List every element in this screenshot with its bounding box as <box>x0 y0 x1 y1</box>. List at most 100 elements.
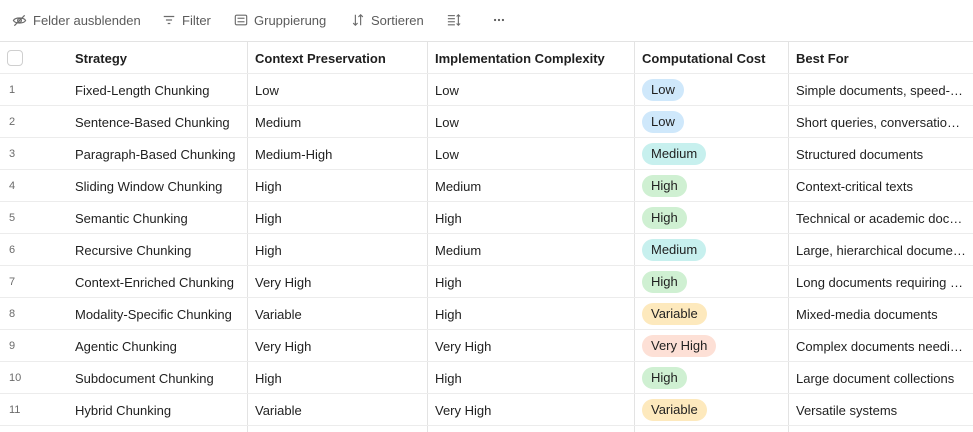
table-row[interactable]: 3 Paragraph-Based Chunking Medium-High Low M… <box>0 138 973 170</box>
cell-context-preservation[interactable]: High <box>248 202 428 234</box>
cell-context-preservation[interactable]: High <box>248 362 428 394</box>
cell-context-preservation[interactable]: Medium-High <box>248 138 428 170</box>
table-row[interactable]: 7 Context-Enriched Chunking Very High High H… <box>0 266 973 298</box>
group-icon <box>234 13 248 27</box>
cost-badge: Medium <box>642 239 707 261</box>
cell-best-for[interactable]: Complex documents needing reasoning <box>789 330 973 362</box>
row-height-icon <box>446 13 462 27</box>
cell-implementation-complexity[interactable]: High <box>428 362 635 394</box>
hide-fields-button[interactable]: Felder ausblenden <box>12 9 141 31</box>
select-all-cell[interactable] <box>0 42 68 74</box>
table-row[interactable]: 10 Subdocument Chunking High High High Large … <box>0 362 973 394</box>
table-row[interactable]: 6 Recursive Chunking High Medium Medium Large… <box>0 234 973 266</box>
group-button[interactable]: Gruppierung <box>234 9 326 31</box>
cell-implementation-complexity[interactable]: Low <box>428 74 635 106</box>
table-row[interactable]: 2 Sentence-Based Chunking Medium Low Low Shor… <box>0 106 973 138</box>
cell-strategy[interactable]: Sentence-Based Chunking <box>68 106 248 138</box>
eye-slash-icon <box>12 13 27 28</box>
filter-button[interactable]: Filter <box>162 9 211 31</box>
column-header-implementation-complexity[interactable]: Implementation Complexity <box>428 42 635 74</box>
cost-badge: High <box>642 175 687 197</box>
cell-strategy[interactable]: Context-Enriched Chunking <box>68 266 248 298</box>
filter-label: Filter <box>182 12 211 28</box>
cell-best-for[interactable]: Context-critical texts <box>789 170 973 202</box>
row-number: 3 <box>9 148 16 160</box>
cost-badge: High <box>642 271 687 293</box>
row-number: 4 <box>9 180 16 192</box>
more-options-button[interactable] <box>491 9 507 31</box>
cell-context-preservation[interactable]: High <box>248 234 428 266</box>
cell-strategy[interactable]: Sliding Window Chunking <box>68 170 248 202</box>
cell-strategy[interactable]: Modality-Specific Chunking <box>68 298 248 330</box>
cell-context-preservation[interactable]: Medium <box>248 106 428 138</box>
cell-implementation-complexity[interactable]: High <box>428 266 635 298</box>
table-row[interactable]: 4 Sliding Window Chunking High Medium High Co… <box>0 170 973 202</box>
cell-implementation-complexity[interactable]: Low <box>428 138 635 170</box>
column-header-best-for[interactable]: Best For <box>789 42 973 74</box>
more-icon <box>491 13 507 27</box>
cell-best-for[interactable]: Mixed-media documents <box>789 298 973 330</box>
cell-implementation-complexity[interactable]: Medium <box>428 234 635 266</box>
cell-context-preservation[interactable]: Variable <box>248 394 428 426</box>
cell-implementation-complexity[interactable]: High <box>428 298 635 330</box>
column-header-strategy[interactable]: Strategy <box>68 42 248 74</box>
cell-implementation-complexity[interactable]: Very High <box>428 394 635 426</box>
sort-button[interactable]: Sortieren <box>351 9 424 31</box>
cell-implementation-complexity[interactable]: Very High <box>428 330 635 362</box>
header-row: Strategy Context Preservation Implementa… <box>0 42 973 74</box>
cost-badge: High <box>642 207 687 229</box>
column-header-computational-cost[interactable]: Computational Cost <box>635 42 789 74</box>
cell-computational-cost[interactable]: Variable <box>635 394 789 426</box>
cell-strategy[interactable]: Recursive Chunking <box>68 234 248 266</box>
cell-strategy[interactable]: Hybrid Chunking <box>68 394 248 426</box>
cell-computational-cost[interactable]: High <box>635 362 789 394</box>
cost-badge: Very High <box>642 335 717 357</box>
row-number: 6 <box>9 244 16 256</box>
cell-computational-cost[interactable]: Variable <box>635 298 789 330</box>
cell-best-for[interactable]: Large document collections <box>789 362 973 394</box>
cell-best-for[interactable]: Structured documents <box>789 138 973 170</box>
cell-strategy[interactable]: Agentic Chunking <box>68 330 248 362</box>
cell-strategy[interactable]: Subdocument Chunking <box>68 362 248 394</box>
cell-best-for[interactable]: Large, hierarchical documents <box>789 234 973 266</box>
cell-computational-cost[interactable]: High <box>635 170 789 202</box>
cell-implementation-complexity[interactable]: Medium <box>428 170 635 202</box>
cost-badge: High <box>642 367 687 389</box>
cell-strategy[interactable]: Semantic Chunking <box>68 202 248 234</box>
table-row[interactable]: 9 Agentic Chunking Very High Very High Very … <box>0 330 973 362</box>
cell-computational-cost[interactable]: Very High <box>635 330 789 362</box>
cell-context-preservation[interactable]: Low <box>248 74 428 106</box>
row-number: 5 <box>9 212 16 224</box>
select-all-checkbox[interactable] <box>7 50 23 66</box>
cell-context-preservation[interactable]: Very High <box>248 266 428 298</box>
group-label: Gruppierung <box>254 12 327 28</box>
table-row[interactable]: 11 Hybrid Chunking Variable Very High Variab… <box>0 394 973 426</box>
cell-best-for[interactable]: Simple documents, speed-critical apps <box>789 74 973 106</box>
cost-badge: Medium <box>642 143 707 165</box>
table-row[interactable]: 5 Semantic Chunking High High High Technical … <box>0 202 973 234</box>
cell-computational-cost[interactable]: Low <box>635 74 789 106</box>
row-number: 8 <box>9 308 16 320</box>
cell-implementation-complexity[interactable]: Low <box>428 106 635 138</box>
cell-best-for[interactable]: Versatile systems <box>789 394 973 426</box>
cell-best-for[interactable]: Technical or academic documents <box>789 202 973 234</box>
cell-implementation-complexity[interactable]: High <box>428 202 635 234</box>
table-row[interactable]: 1 Fixed-Length Chunking Low Low Low Simple do… <box>0 74 973 106</box>
cell-best-for[interactable]: Short queries, conversational data <box>789 106 973 138</box>
cell-best-for[interactable]: Long documents requiring context <box>789 266 973 298</box>
cell-context-preservation[interactable]: Variable <box>248 298 428 330</box>
row-height-button[interactable] <box>446 9 462 31</box>
row-number: 1 <box>9 84 16 96</box>
cell-computational-cost[interactable]: High <box>635 266 789 298</box>
cell-computational-cost[interactable]: High <box>635 202 789 234</box>
column-header-context-preservation[interactable]: Context Preservation <box>248 42 428 74</box>
table-row[interactable]: 8 Modality-Specific Chunking Variable High V… <box>0 298 973 330</box>
cell-computational-cost[interactable]: Low <box>635 106 789 138</box>
cell-computational-cost[interactable]: Medium <box>635 234 789 266</box>
row-number: 9 <box>9 340 16 352</box>
cell-strategy[interactable]: Paragraph-Based Chunking <box>68 138 248 170</box>
cell-context-preservation[interactable]: Very High <box>248 330 428 362</box>
cell-context-preservation[interactable]: High <box>248 170 428 202</box>
cell-computational-cost[interactable]: Medium <box>635 138 789 170</box>
cell-strategy[interactable]: Fixed-Length Chunking <box>68 74 248 106</box>
